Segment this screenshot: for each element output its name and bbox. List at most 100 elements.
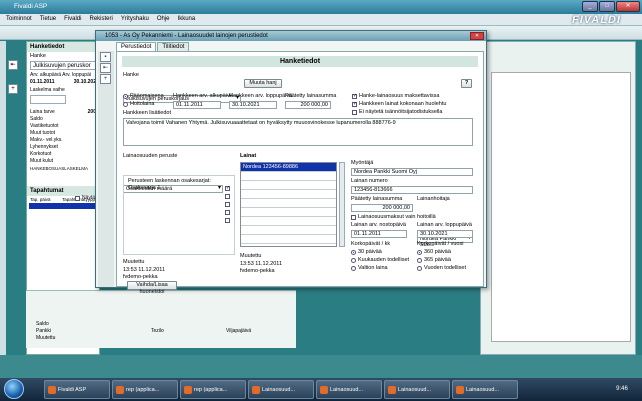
radio[interactable] [417, 249, 422, 255]
bg-row-label: Korkotuot [30, 151, 52, 157]
osakesarja-checkbox[interactable] [225, 202, 230, 207]
muuta-hanke-button[interactable]: Muuta hanj [244, 79, 282, 88]
lainat-row[interactable] [241, 172, 336, 181]
chk-kokonaan[interactable]: Hankkeen lainat kokonaan huolehtu [352, 101, 446, 107]
checkbox[interactable] [352, 109, 357, 115]
taskbar-item[interactable]: Fivaldi ASP [44, 380, 110, 399]
bg-nayta[interactable]: Näytä [75, 195, 95, 201]
menu-tietue[interactable]: Tietue [40, 16, 56, 25]
add-icon[interactable]: + [100, 74, 111, 84]
menu-yrityshaku[interactable]: Yrityshaku [121, 16, 149, 25]
radio[interactable] [351, 257, 356, 263]
nav-icon[interactable]: ⇤ [8, 60, 18, 70]
menu-ohje[interactable]: Ohje [157, 16, 170, 25]
osakesarja-checkbox[interactable] [225, 218, 230, 223]
radio-label: 30 päivää [358, 249, 382, 255]
menu-ikkuna[interactable]: Ikkuna [178, 16, 196, 25]
nav-icon[interactable]: + [8, 84, 18, 94]
vaihda-button[interactable]: Vaihda/Lisaa huoneistoi [127, 281, 177, 295]
help-button[interactable]: ? [461, 79, 472, 88]
lainat-row[interactable] [241, 199, 336, 208]
lainat-row[interactable]: Nordea 123456-89886 [241, 163, 336, 172]
taskbar-item[interactable]: Lainaosuud... [452, 380, 518, 399]
radio-label: Vuoden todelliset [424, 265, 466, 271]
start-button[interactable] [4, 379, 24, 399]
bg-footer: HANKEBOSUASLASKELMA [30, 166, 89, 171]
loppupaiva-input[interactable]: 30.10.2021 [229, 101, 277, 109]
chk-hoitolaina[interactable]: Lainaosuusmaksut vain hoitoillä [351, 214, 436, 220]
radio[interactable] [123, 93, 128, 99]
lainat-row[interactable] [241, 190, 336, 199]
radio[interactable] [417, 257, 422, 263]
myontaja-input[interactable]: Nordea Pankki Suomi Oyj [351, 168, 473, 176]
radio[interactable] [351, 249, 356, 255]
checkbox[interactable] [351, 214, 356, 220]
radio[interactable] [123, 101, 128, 107]
lainamaara-input[interactable]: 200 000,00 [285, 101, 331, 109]
nostopaiva-input[interactable]: 01.11.2011 [351, 230, 407, 238]
lainat-row[interactable] [241, 208, 336, 217]
taskbar-label: Lainaosuud... [262, 386, 296, 393]
radio-label: Valtion laina [358, 265, 388, 271]
loppupaiva-label: Hankkeen arv. loppupäivä [229, 93, 293, 99]
maximize-button[interactable]: □ [599, 1, 615, 12]
menu-rekisteri[interactable]: Rekisteri [89, 16, 112, 25]
paatetty-input[interactable]: 200 000,00 [351, 204, 413, 212]
lainat-scrollbar[interactable] [339, 162, 345, 247]
bg-selected-row[interactable] [29, 203, 97, 209]
lainanumero-input[interactable]: 123456-813666 [351, 186, 473, 194]
radio-30[interactable]: 30 päivää [351, 249, 382, 255]
osakesarja-checkbox[interactable] [225, 194, 230, 199]
bg-bottom-right: Viljapajäivä [226, 328, 252, 334]
lainat-row[interactable] [241, 235, 336, 244]
alkupaiva-input[interactable]: 01.11.2011 [173, 101, 221, 109]
close-button[interactable]: ✕ [616, 1, 640, 12]
lainat-row[interactable] [241, 226, 336, 235]
app-title: Fivaldi ASP [14, 3, 48, 10]
bg-hanke-field[interactable]: Julkisuvujen peruskor [30, 61, 96, 70]
bg-dates-label: Arv. alkupäivä Arv. loppupäi [30, 72, 91, 78]
bg-date-end: 30.10.202 [73, 79, 96, 85]
lainat-table: Nordea 123456-89886 [240, 162, 337, 247]
radio-365[interactable]: 365 päivää [417, 257, 451, 263]
menu-fivaldi[interactable]: Fivaldi [64, 16, 81, 25]
bg-row-label: Muut tuotot [30, 130, 56, 136]
lainanumero-label: Lainan numero [351, 178, 388, 184]
radio-hoitolaina[interactable]: Hoitolaina [123, 101, 154, 107]
osakesarja-checkbox[interactable] [225, 210, 230, 215]
lainaosuudet-dialog: 1053 - As Oy Pekanniemi - Lainaosuudet l… [95, 30, 487, 295]
osakesarja-checkbox[interactable] [225, 186, 230, 191]
loppupv-input[interactable]: 30.10.2021 [417, 230, 473, 238]
checkbox[interactable] [75, 195, 80, 201]
minimize-button[interactable]: _ [582, 1, 598, 12]
back-icon[interactable]: ⇤ [100, 63, 111, 73]
taskbar-item[interactable]: rep (applica... [180, 380, 246, 399]
save-icon[interactable]: ▪ [100, 52, 111, 62]
chk-maksettavissa[interactable]: Hanke-lainaosuus maksettavissa [352, 93, 439, 99]
checkbox[interactable] [352, 93, 357, 99]
tab-perustiedot[interactable]: Perustiedot [116, 42, 157, 51]
radio[interactable] [417, 265, 422, 271]
radio[interactable] [351, 265, 356, 271]
dialog-close-button[interactable]: ✕ [470, 32, 484, 40]
radio-valtion-laina[interactable]: Valtion laina [351, 265, 388, 271]
taskbar-item[interactable]: Lainaosuud... [316, 380, 382, 399]
taskbar-item[interactable]: rep (applica... [112, 380, 178, 399]
chk-naytetaan[interactable]: Ei näytetä isännöitsijatodistuksella [352, 109, 442, 115]
tab-tilitiedot[interactable]: Tilitiedot [157, 42, 190, 51]
radio-paakomaisena[interactable]: Pääomaisena [123, 93, 164, 99]
lainat-row[interactable] [241, 181, 336, 190]
radio-vuoden-todelliset[interactable]: Vuoden todelliset [417, 265, 466, 271]
lainat-row[interactable] [241, 217, 336, 226]
bg-laskelma-select[interactable] [30, 95, 66, 104]
taskbar-item[interactable]: Lainaosuud... [384, 380, 450, 399]
bg-right-window [480, 41, 636, 355]
taskbar-item[interactable]: Lainaosuud... [248, 380, 314, 399]
lisatiedot-textarea[interactable]: Valvojana toimii Vahanen Yhtymä. Julkisu… [123, 118, 473, 146]
radio-360[interactable]: 360 päivää [417, 249, 451, 255]
dialog-title: 1053 - As Oy Pekanniemi - Lainaosuudet l… [105, 33, 268, 39]
checkbox[interactable] [352, 101, 357, 107]
left-strip [0, 41, 6, 355]
radio-kk-todelliset[interactable]: Kuukauden todelliset [351, 257, 409, 263]
menu-toiminnot[interactable]: Toiminnot [6, 16, 32, 25]
